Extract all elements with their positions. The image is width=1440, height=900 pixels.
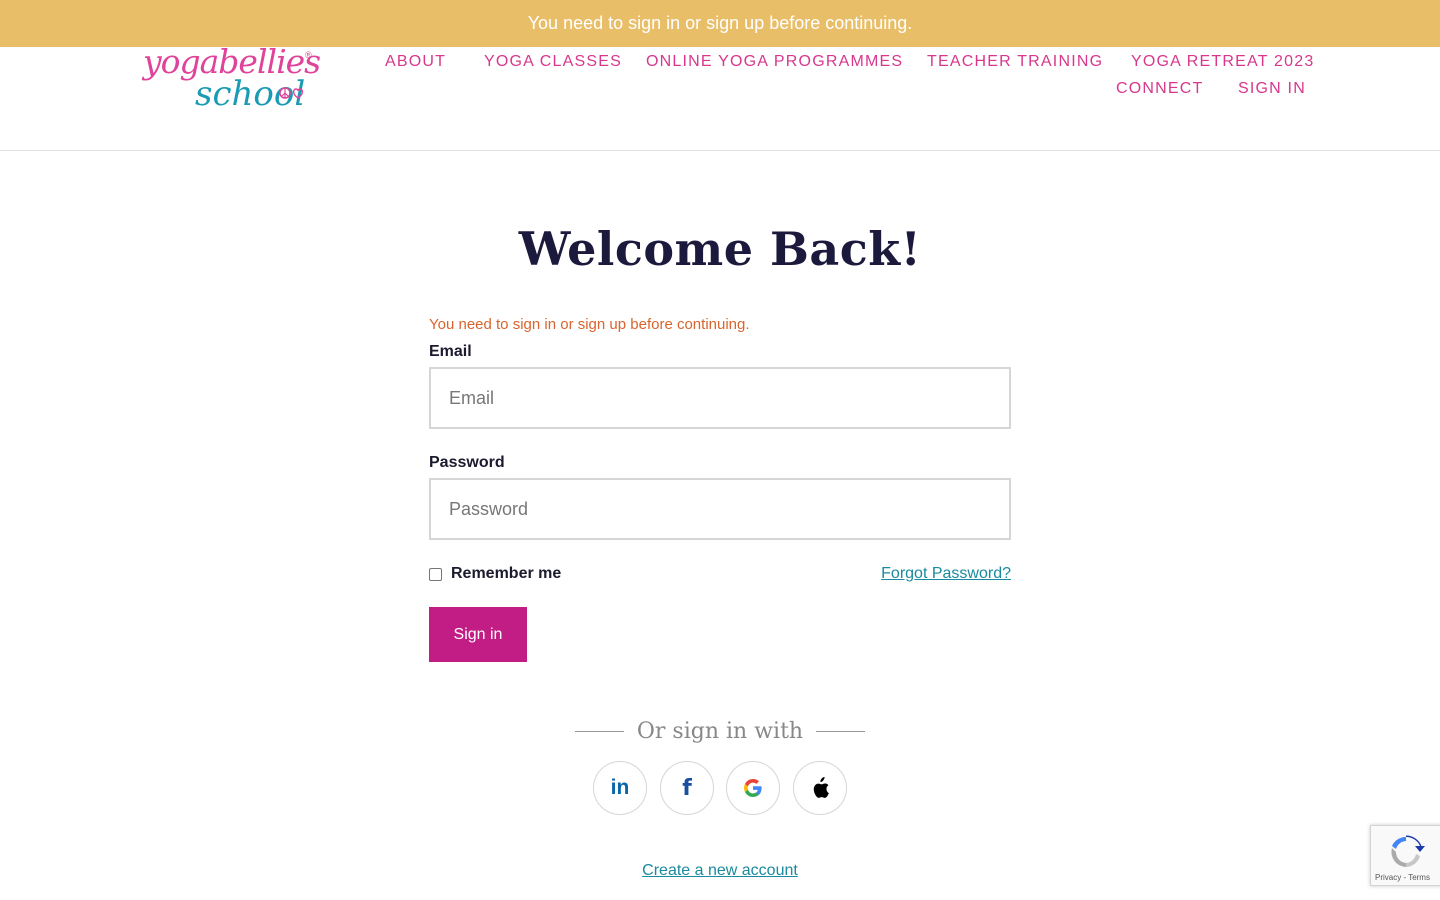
email-field[interactable] — [429, 367, 1011, 429]
social-divider-text: Or sign in with — [636, 718, 804, 744]
nav-teacher-training[interactable]: TEACHER TRAINING — [927, 53, 1103, 71]
apple-sign-in-button[interactable] — [793, 761, 847, 815]
nav-online-yoga-programmes[interactable]: ONLINE YOGA PROGRAMMES — [646, 53, 903, 71]
recaptcha-icon — [1391, 835, 1425, 867]
password-field[interactable] — [429, 478, 1011, 540]
nav-about[interactable]: ABOUT — [385, 53, 446, 71]
sign-in-button[interactable]: Sign in — [429, 607, 527, 662]
linkedin-sign-in-button[interactable]: in — [593, 761, 647, 815]
nav-yoga-classes[interactable]: YOGA CLASSES — [484, 53, 622, 71]
nav-sign-in[interactable]: SIGN IN — [1238, 80, 1306, 98]
facebook-icon: f — [682, 775, 692, 801]
recaptcha-footer-text[interactable]: Privacy - Terms — [1375, 873, 1430, 882]
flash-notice: You need to sign in or sign up before co… — [0, 0, 1440, 47]
divider-line-right — [815, 730, 865, 732]
apple-icon — [813, 777, 829, 798]
google-sign-in-button[interactable] — [726, 761, 780, 815]
create-account-row: Create a new account — [0, 862, 1440, 880]
remember-me-checkbox[interactable] — [429, 567, 442, 581]
recaptcha-badge[interactable]: Privacy - Terms — [1370, 825, 1440, 886]
password-label: Password — [429, 454, 505, 471]
social-divider: Or sign in with — [575, 716, 865, 746]
remember-me-label[interactable]: Remember me — [451, 565, 561, 583]
logo-peace-heart-icon — [279, 87, 304, 99]
facebook-sign-in-button[interactable]: f — [660, 761, 714, 815]
forgot-password-link[interactable]: Forgot Password? — [881, 565, 1011, 583]
nav-yoga-retreat-2023[interactable]: YOGA RETREAT 2023 — [1131, 53, 1314, 71]
form-alert: You need to sign in or sign up before co… — [429, 316, 750, 333]
linkedin-icon: in — [610, 776, 630, 799]
page-title: Welcome Back! — [518, 222, 922, 276]
divider-line-left — [575, 730, 624, 732]
remember-me-row: Remember me — [429, 565, 561, 583]
yogabellies-school-logo[interactable]: yogabellies ® school — [143, 44, 321, 120]
email-label: Email — [429, 343, 472, 360]
flash-notice-text: You need to sign in or sign up before co… — [527, 13, 913, 33]
nav-connect[interactable]: CONNECT — [1116, 80, 1204, 98]
logo-registered-mark: ® — [305, 50, 312, 60]
create-account-link[interactable]: Create a new account — [642, 862, 798, 879]
google-icon — [744, 779, 762, 797]
